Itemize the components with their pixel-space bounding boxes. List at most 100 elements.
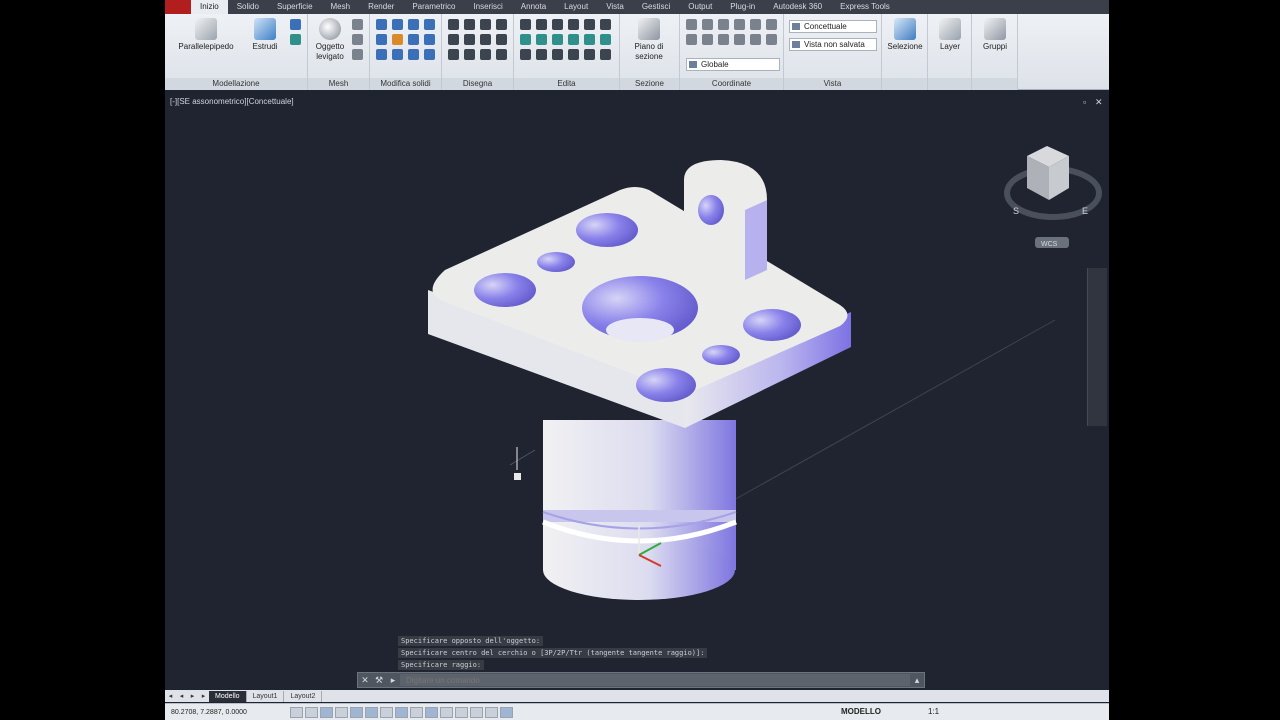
tab-layout1[interactable]: Layout1 [247,690,285,702]
close-icon[interactable]: ✕ [358,673,372,687]
solid-check-icon[interactable] [424,49,435,60]
ucs-view-icon[interactable] [686,34,697,45]
layer-button[interactable]: Layer [930,18,970,52]
wrench-icon[interactable]: ⚒ [372,673,386,687]
mesh-refine-icon[interactable] [352,34,363,45]
panel-title-coordinate[interactable]: Coordinate [680,78,783,90]
line-icon[interactable] [464,19,475,30]
tab-autodesk360[interactable]: Autodesk 360 [764,0,831,14]
3d-array-icon[interactable] [568,34,579,45]
rectangle-icon[interactable] [464,34,475,45]
panel-title-modellazione[interactable]: Modellazione [165,78,307,90]
solid-shell-icon[interactable] [376,49,387,60]
gruppi-button[interactable]: Gruppi [974,18,1016,52]
oggetto-levigato-button[interactable]: Oggetto levigato [310,18,350,62]
lineweight-toggle[interactable] [440,706,453,718]
tab-mesh[interactable]: Mesh [322,0,360,14]
3d-align-icon[interactable] [552,34,563,45]
stretch-icon[interactable] [552,49,563,60]
3d-move-icon[interactable] [520,34,531,45]
3d-viewport[interactable]: S E WCS [165,90,1109,690]
tab-modello[interactable]: Modello [209,690,247,702]
selection-cycling-toggle[interactable] [485,706,498,718]
ucs-origin-icon[interactable] [766,19,777,30]
3d-rotate-icon[interactable] [536,34,547,45]
panel-title-sezione[interactable]: Sezione [620,78,679,90]
tab-plugin[interactable]: Plug-in [721,0,764,14]
infer-constraints-toggle[interactable] [290,706,303,718]
otrack-toggle[interactable] [395,706,408,718]
3d-scale-icon[interactable] [600,34,611,45]
tab-parametrico[interactable]: Parametrico [403,0,464,14]
model-space-indicator[interactable]: MODELLO [841,707,881,716]
panel-title-mesh[interactable]: Mesh [308,78,369,90]
ucs-face-icon[interactable] [718,34,729,45]
parallelepipedo-button[interactable]: Parallelepipedo [173,18,239,52]
solid-union-icon[interactable] [376,19,387,30]
rotate-icon[interactable] [552,19,563,30]
ucs-icon[interactable] [686,19,697,30]
tab-annota[interactable]: Annota [512,0,555,14]
transparency-toggle[interactable] [455,706,468,718]
hatch-icon[interactable] [496,49,507,60]
spline-icon[interactable] [448,34,459,45]
grid-toggle[interactable] [320,706,333,718]
panel-title-vista[interactable]: Vista [784,78,881,90]
annotation-scale[interactable]: 1:1 [928,707,939,716]
offset-icon[interactable] [536,49,547,60]
saved-view-dropdown[interactable]: Vista non salvata [789,38,877,51]
panel-title-edita[interactable]: Edita [514,78,619,90]
ucs-world-icon[interactable] [702,19,713,30]
dyn-toggle[interactable] [425,706,438,718]
array-icon[interactable] [584,49,595,60]
tab-render[interactable]: Render [359,0,403,14]
navigation-bar[interactable] [1087,268,1107,426]
solid-subtract-icon[interactable] [392,19,403,30]
selezione-button[interactable]: Selezione [884,18,926,52]
ellipse-icon[interactable] [480,34,491,45]
next-tab-icon[interactable]: ▸ [187,692,198,700]
panel-title-disegna[interactable]: Disegna [442,78,513,90]
scale-icon[interactable] [568,49,579,60]
region-icon[interactable] [480,49,491,60]
tab-express-tools[interactable]: Express Tools [831,0,899,14]
ucs-dropdown[interactable]: Globale [686,58,780,71]
tab-gestisci[interactable]: Gestisci [633,0,679,14]
circle-icon[interactable] [480,19,491,30]
viewcube[interactable]: S E WCS [1004,146,1102,248]
panel-title-layer[interactable] [928,78,971,90]
prev-tab-icon[interactable]: ◂ [176,692,187,700]
estrudi-button[interactable]: Estrudi [245,18,285,52]
copy-icon[interactable] [536,19,547,30]
tab-output[interactable]: Output [679,0,721,14]
explode-icon[interactable] [520,49,531,60]
3d-mirror-icon[interactable] [584,34,595,45]
tab-layout2[interactable]: Layout2 [284,690,323,702]
solid-interfere-icon[interactable] [376,34,387,45]
solid-offset-icon[interactable] [408,49,419,60]
helix-icon[interactable] [496,34,507,45]
solid-thicken-icon[interactable] [392,49,403,60]
visual-style-dropdown[interactable]: Concettuale [789,20,877,33]
mesh-crease-icon[interactable] [352,49,363,60]
solid-slice-icon[interactable] [424,19,435,30]
solid-imprint-icon[interactable] [408,34,419,45]
panel-title-gruppi[interactable] [972,78,1017,90]
tab-inserisci[interactable]: Inserisci [464,0,511,14]
panel-title-modifica-solidi[interactable]: Modifica solidi [370,78,441,90]
application-menu-button[interactable] [165,0,191,14]
ortho-toggle[interactable] [335,706,348,718]
tab-vista[interactable]: Vista [597,0,633,14]
osnap-toggle[interactable] [365,706,378,718]
trim-icon[interactable] [584,19,595,30]
arc-icon[interactable] [496,19,507,30]
3d-osnap-toggle[interactable] [380,706,393,718]
panel-title-selezione[interactable] [882,78,927,90]
tab-layout[interactable]: Layout [555,0,597,14]
ucs-object-icon[interactable] [702,34,713,45]
mirror-icon[interactable] [568,19,579,30]
mesh-smooth-icon[interactable] [352,19,363,30]
move-gizmo-icon[interactable] [290,19,301,30]
last-tab-icon[interactable]: ▸ [198,692,209,700]
polyline-icon[interactable] [448,19,459,30]
